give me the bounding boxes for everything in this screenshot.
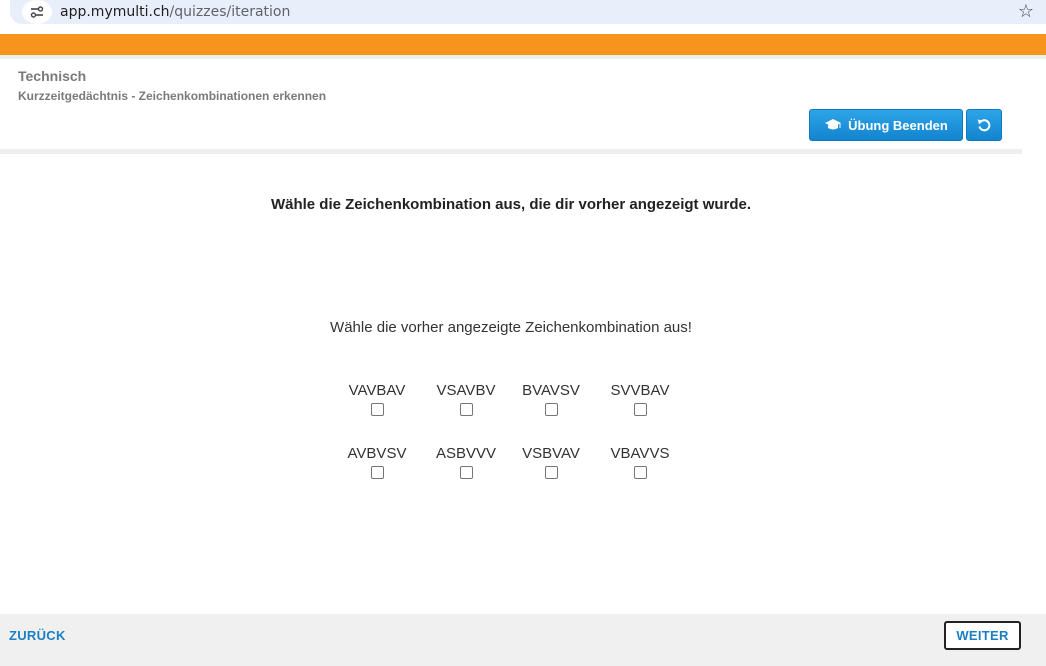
option-item[interactable]: SVVBAV bbox=[590, 381, 690, 416]
back-button[interactable]: ZURÜCK bbox=[9, 628, 66, 643]
quiz-footer: ZURÜCK WEITER bbox=[0, 614, 1046, 666]
option-checkbox[interactable] bbox=[459, 403, 473, 416]
option-checkbox[interactable] bbox=[633, 403, 647, 416]
end-exercise-button[interactable]: Übung Beenden bbox=[809, 109, 963, 141]
next-button[interactable]: WEITER bbox=[944, 621, 1021, 650]
option-checkbox[interactable] bbox=[370, 466, 384, 479]
rotate-ccw-icon bbox=[977, 119, 991, 132]
option-item[interactable]: VAVBAV bbox=[327, 381, 427, 416]
url-text[interactable]: app.mymulti.ch/quizzes/iteration bbox=[60, 4, 290, 20]
url-host: app.mymulti.ch bbox=[60, 4, 170, 20]
quiz-panel: Wähle die Zeichenkombination aus, die di… bbox=[0, 154, 1022, 614]
url-path: /quizzes/iteration bbox=[169, 4, 291, 20]
quiz-header: Technisch Kurzzeitgedächtnis - Zeichenko… bbox=[0, 59, 1022, 149]
option-checkbox[interactable] bbox=[544, 403, 558, 416]
option-item[interactable]: AVBVSV bbox=[327, 444, 427, 479]
end-exercise-label: Übung Beenden bbox=[848, 117, 948, 133]
brand-bar bbox=[0, 34, 1046, 55]
option-checkbox[interactable] bbox=[544, 466, 558, 479]
question-text: Wähle die Zeichenkombination aus, die di… bbox=[270, 196, 752, 213]
browser-url-bar: app.mymulti.ch/quizzes/iteration ☆ bbox=[0, 0, 1046, 34]
option-checkbox[interactable] bbox=[370, 403, 384, 416]
option-item[interactable]: VSBVAV bbox=[501, 444, 601, 479]
option-checkbox[interactable] bbox=[459, 466, 473, 479]
graduation-cap-icon bbox=[825, 119, 842, 130]
right-gutter bbox=[1022, 59, 1046, 614]
option-label: VAVBAV bbox=[348, 382, 406, 399]
option-label: AVBVSV bbox=[347, 445, 407, 462]
bookmark-star-icon[interactable]: ☆ bbox=[1018, 1, 1034, 22]
option-item[interactable]: BVAVSV bbox=[501, 381, 601, 416]
option-label: BVAVSV bbox=[522, 382, 580, 399]
option-label: VBAVVS bbox=[610, 445, 670, 462]
option-item[interactable]: VBAVVS bbox=[590, 444, 690, 479]
exercise-subtitle: Kurzzeitgedächtnis - Zeichenkombinatione… bbox=[18, 89, 327, 103]
site-info-icon[interactable] bbox=[22, 0, 52, 24]
instruction-text: Wähle die vorher angezeigte Zeichenkombi… bbox=[330, 319, 692, 336]
reset-button[interactable] bbox=[966, 109, 1002, 141]
option-label: SVVBAV bbox=[610, 382, 670, 399]
address-field[interactable]: app.mymulti.ch/quizzes/iteration ☆ bbox=[10, 0, 1046, 24]
option-checkbox[interactable] bbox=[633, 466, 647, 479]
option-label: VSBVAV bbox=[522, 445, 580, 462]
category-title: Technisch bbox=[18, 68, 87, 84]
